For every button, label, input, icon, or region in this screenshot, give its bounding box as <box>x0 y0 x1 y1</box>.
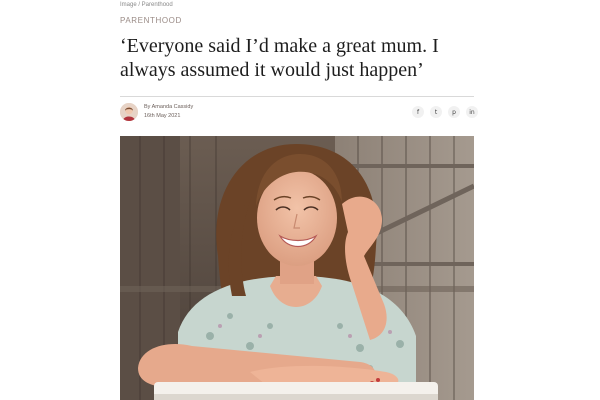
breadcrumb[interactable]: Image / Parenthood <box>120 2 173 8</box>
linkedin-icon: in <box>469 108 475 116</box>
twitter-icon: t <box>434 108 438 116</box>
linkedin-share-button[interactable]: in <box>466 106 478 118</box>
divider <box>120 96 474 97</box>
byline: By Amanda Cassidy 16th May 2021 <box>120 102 193 122</box>
publish-date: 16th May 2021 <box>144 113 181 119</box>
article-headline: ‘Everyone said I’d make a great mum. I a… <box>120 35 439 81</box>
pinterest-share-button[interactable]: p <box>448 106 460 118</box>
author-name[interactable]: By Amanda Cassidy <box>144 104 193 111</box>
author-avatar[interactable] <box>120 103 138 121</box>
facebook-share-button[interactable]: f <box>412 106 424 118</box>
section-label[interactable]: PARENTHOOD <box>120 16 182 25</box>
twitter-share-button[interactable]: t <box>430 106 442 118</box>
share-bar: f t p in <box>412 106 478 118</box>
hero-image <box>120 136 474 400</box>
facebook-icon: f <box>416 108 420 116</box>
pinterest-icon: p <box>452 108 456 116</box>
